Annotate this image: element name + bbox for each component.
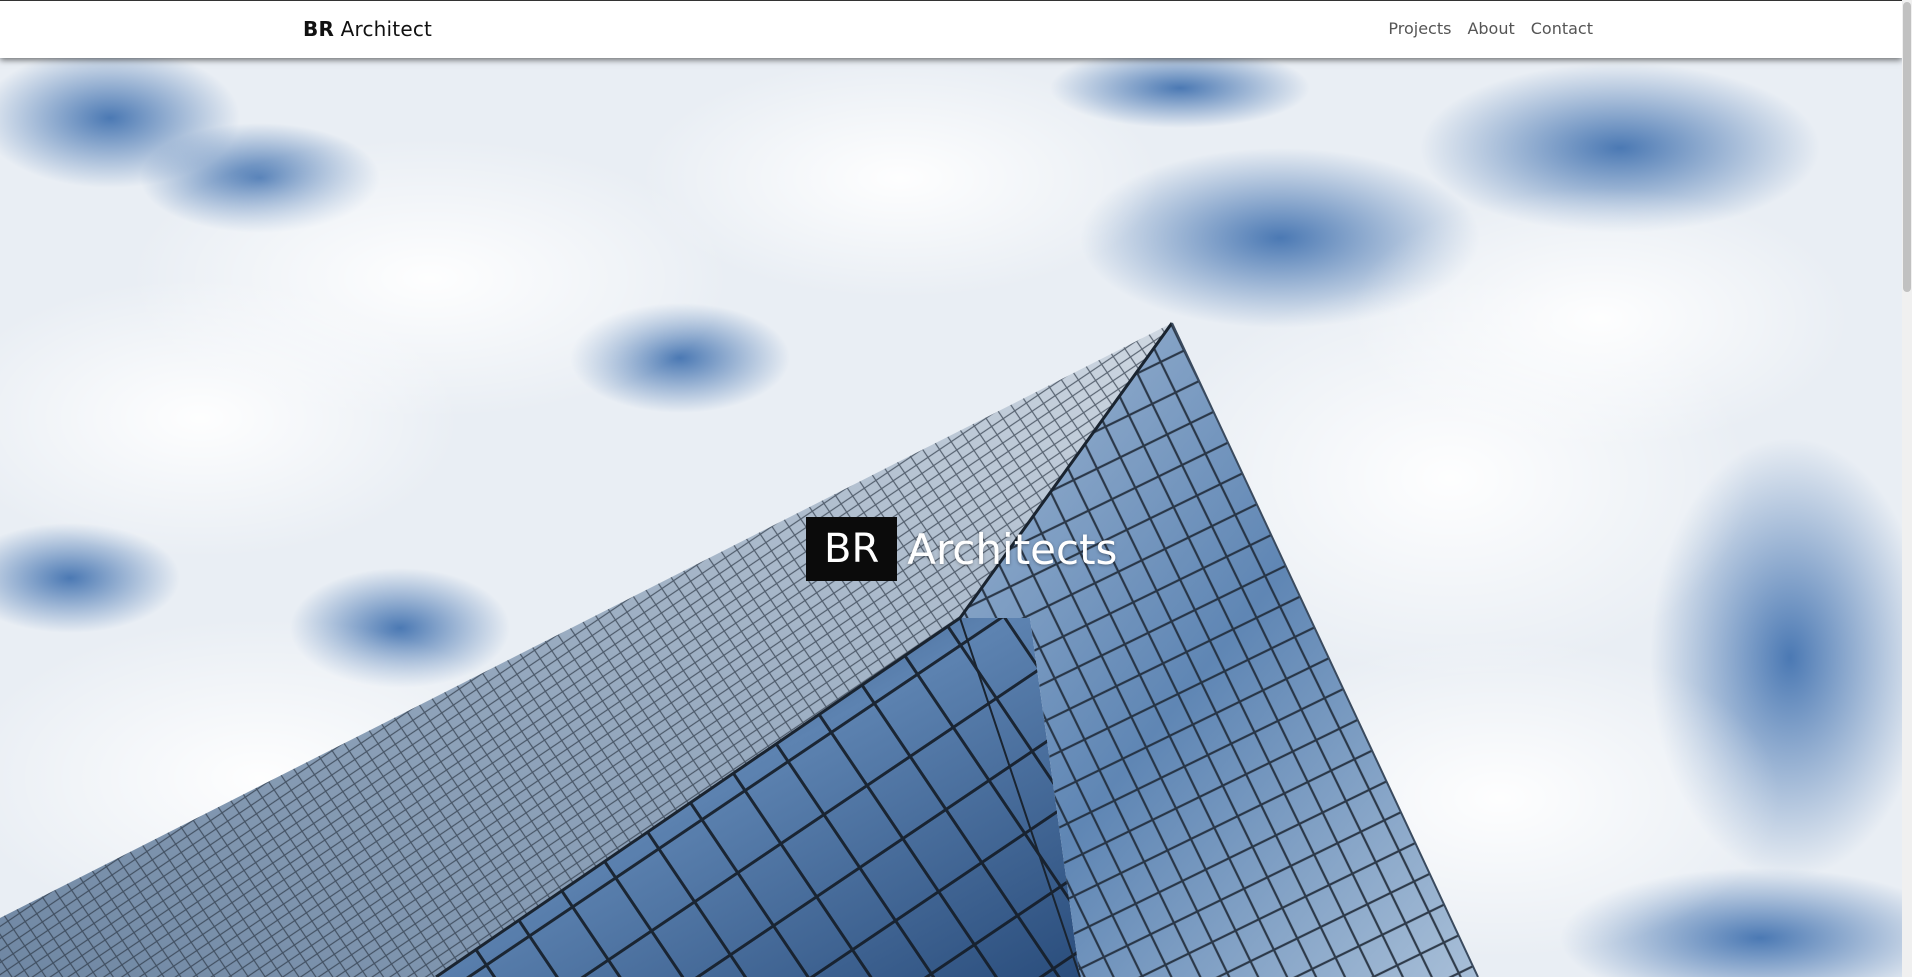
brand-link[interactable]: BR Architect (303, 17, 432, 41)
brand-strong: BR (303, 17, 335, 41)
nav-link-about[interactable]: About (1467, 19, 1514, 38)
hero-title: BR Architects (806, 517, 1117, 581)
page: BR Architect Projects About Contact BR A… (0, 0, 1912, 977)
hero-banner: BR Architects (0, 58, 1902, 977)
nav-links: Projects About Contact (1388, 19, 1593, 38)
nav-link-projects[interactable]: Projects (1388, 19, 1451, 38)
hero-logo-mark: BR (806, 517, 898, 581)
page-scrollbar[interactable] (1902, 0, 1912, 977)
scrollbar-thumb[interactable] (1903, 2, 1911, 292)
nav-link-contact[interactable]: Contact (1531, 19, 1593, 38)
hero-heading-text: Architects (907, 524, 1118, 574)
brand-rest: Architect (334, 17, 433, 41)
top-navbar: BR Architect Projects About Contact (0, 0, 1902, 58)
